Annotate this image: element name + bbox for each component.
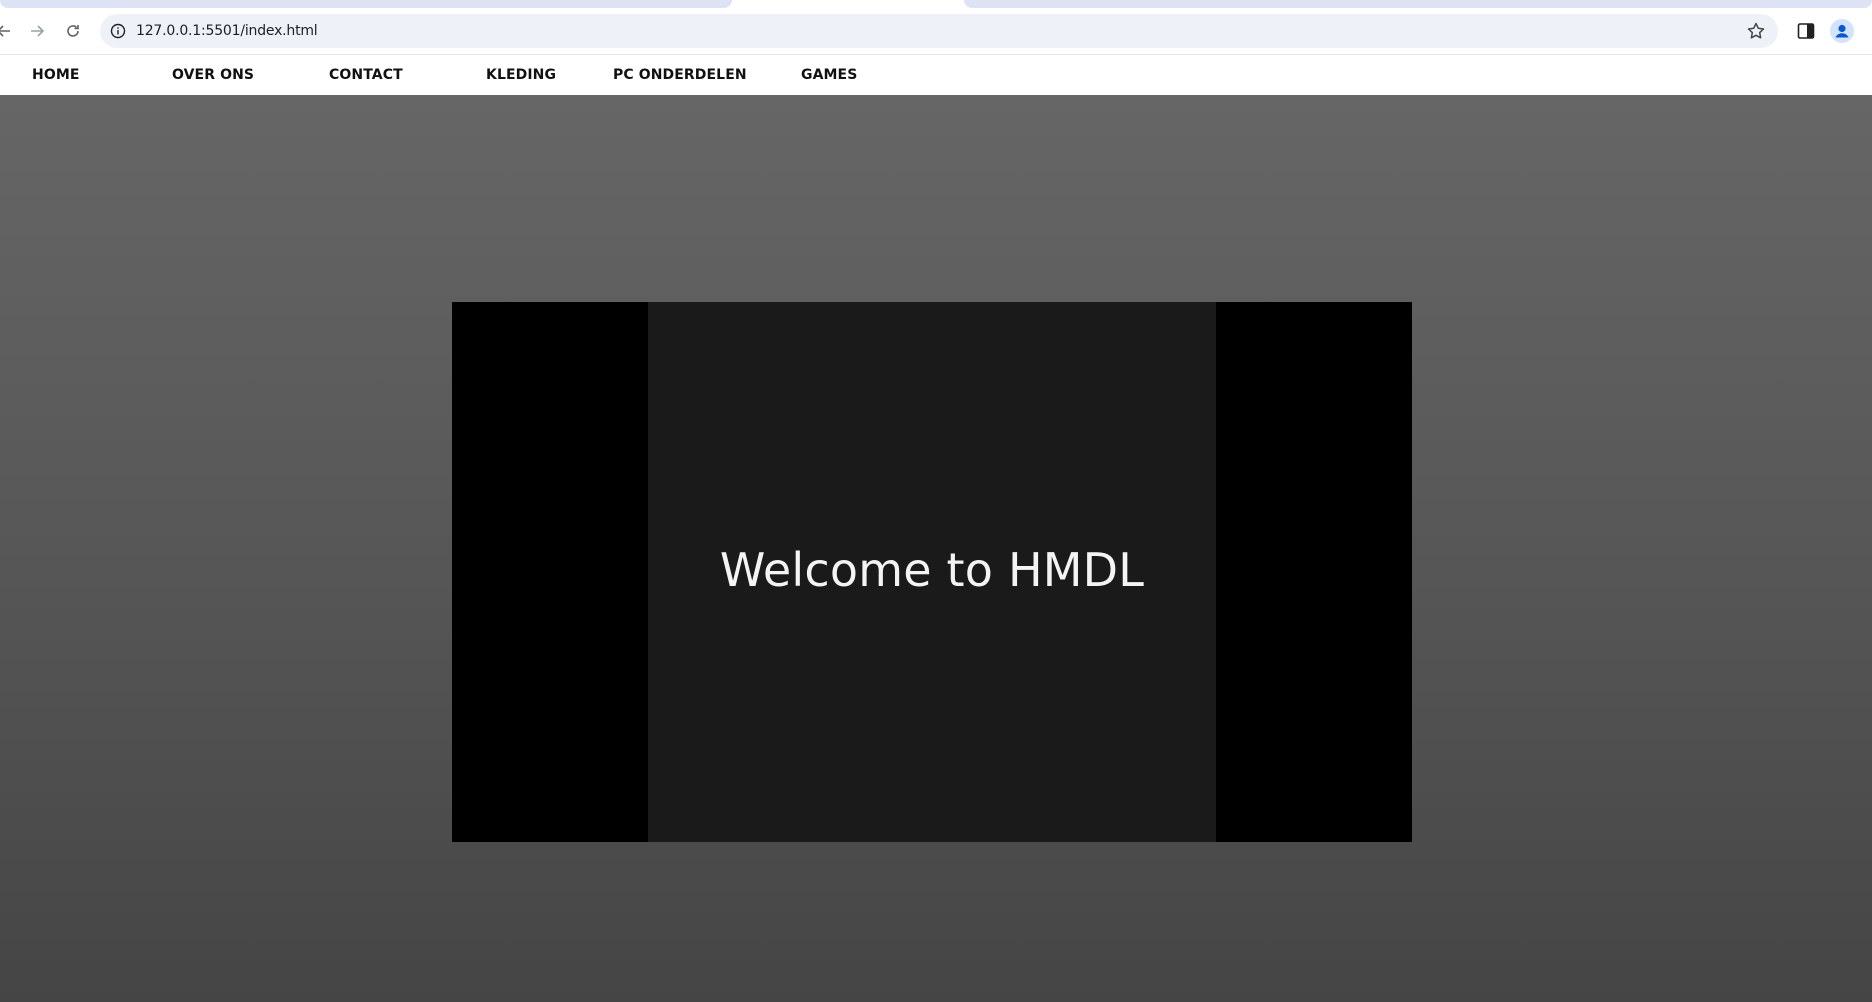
address-bar[interactable]: 127.0.0.1:5501/index.html <box>100 14 1778 48</box>
forward-button[interactable] <box>25 19 49 43</box>
reload-button[interactable] <box>61 19 85 43</box>
browser-toolbar: 127.0.0.1:5501/index.html <box>0 8 1872 54</box>
tab-strip <box>0 0 1872 8</box>
site-nav: HOME OVER ONS CONTACT KLEDING PC ONDERDE… <box>0 54 1872 95</box>
nav-link-pc-onderdelen[interactable]: PC ONDERDELEN <box>613 55 747 96</box>
browser-tab[interactable] <box>0 0 732 8</box>
reload-icon <box>67 25 79 37</box>
arrow-right-icon <box>31 25 45 37</box>
hero-video[interactable]: Welcome to HMDL <box>452 302 1412 842</box>
profile-icon[interactable] <box>1830 19 1854 43</box>
side-panel-icon[interactable] <box>1796 21 1816 41</box>
back-button[interactable] <box>0 19 16 43</box>
arrow-left-icon <box>0 25 10 37</box>
nav-link-over-ons[interactable]: OVER ONS <box>172 55 254 96</box>
nav-link-home[interactable]: HOME <box>32 55 80 96</box>
nav-link-kleding[interactable]: KLEDING <box>486 55 556 96</box>
url-text[interactable]: 127.0.0.1:5501/index.html <box>136 14 318 48</box>
browser-tab[interactable] <box>964 0 1872 8</box>
info-icon[interactable] <box>110 23 126 39</box>
video-title: Welcome to HMDL <box>719 543 1145 597</box>
nav-link-games[interactable]: GAMES <box>801 55 857 96</box>
avatar-icon <box>1835 24 1849 38</box>
nav-link-contact[interactable]: CONTACT <box>329 55 403 96</box>
video-content: Welcome to HMDL <box>648 302 1216 842</box>
star-icon[interactable] <box>1746 21 1766 41</box>
